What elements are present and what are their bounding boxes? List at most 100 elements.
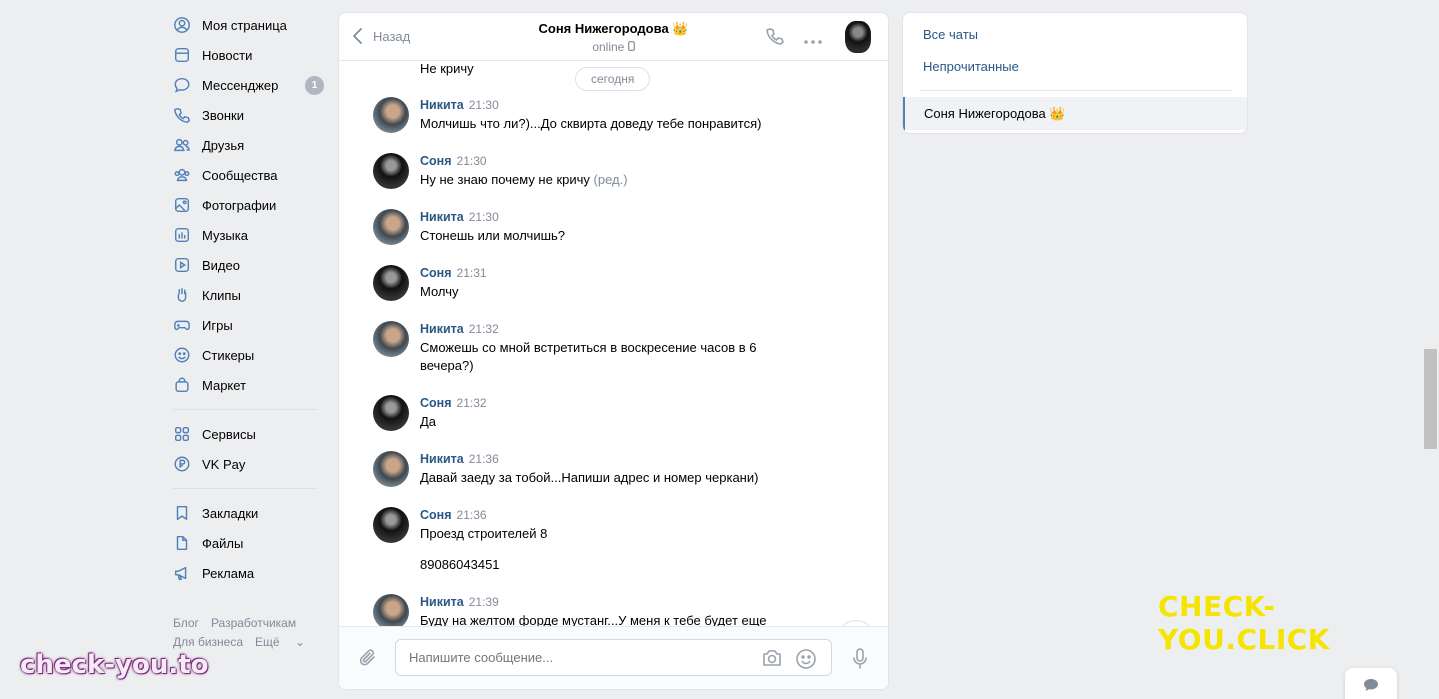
nav-item-music[interactable]: Музыка: [172, 220, 324, 250]
nav-item-video[interactable]: Видео: [172, 250, 324, 280]
avatar[interactable]: [373, 507, 409, 543]
message-body: Ну не знаю почему не кричу (ред.): [420, 171, 790, 189]
nav-label: Моя страница: [202, 17, 287, 33]
footer-link-more[interactable]: Ещё ⌄: [255, 635, 317, 649]
nav-label: Фотографии: [202, 197, 277, 213]
message-text: Молчу: [420, 284, 459, 299]
unread-badge: 1: [305, 75, 324, 95]
nav-item-market[interactable]: Маркет: [172, 370, 324, 400]
nav-item-bookmarks[interactable]: Закладки: [172, 498, 324, 528]
nav-item-stickers[interactable]: Стикеры: [172, 340, 324, 370]
message-time[interactable]: 21:36: [457, 508, 487, 522]
message-header: Никита 21:30: [420, 209, 499, 224]
nav-item-calls[interactable]: Звонки: [172, 100, 324, 130]
avatar[interactable]: [373, 321, 409, 357]
watermark: check-you.to: [20, 650, 209, 680]
more-icon[interactable]: [803, 33, 823, 48]
nav-label: Закладки: [202, 505, 259, 521]
all-chats-link[interactable]: Все чаты: [923, 27, 978, 42]
message-author[interactable]: Никита: [420, 98, 464, 112]
avatar[interactable]: [373, 153, 409, 189]
message-text: Проезд строителей 8: [420, 526, 548, 541]
avatar[interactable]: [373, 97, 409, 133]
call-icon[interactable]: [765, 26, 785, 49]
message-text: Стонешь или молчишь?: [420, 228, 566, 243]
message-author[interactable]: Соня: [420, 508, 452, 522]
peer-avatar[interactable]: [845, 21, 871, 53]
files-icon: [172, 533, 192, 553]
nav-label: Файлы: [202, 535, 244, 551]
message-time[interactable]: 21:31: [457, 266, 487, 280]
avatar[interactable]: [373, 265, 409, 301]
nav-label: Сообщества: [202, 167, 278, 183]
nav-item-ads[interactable]: Реклама: [172, 558, 324, 588]
footer-link-developers[interactable]: Разработчикам: [211, 616, 296, 630]
message-body: Да: [420, 413, 790, 431]
message-author[interactable]: Никита: [420, 210, 464, 224]
nav-label: Звонки: [202, 107, 244, 123]
unread-chats-link[interactable]: Непрочитанные: [923, 59, 1019, 74]
nav-label: Музыка: [202, 227, 248, 243]
message-author[interactable]: Соня: [420, 266, 452, 280]
clips-icon: [172, 285, 192, 305]
nav-label: Клипы: [202, 287, 241, 303]
message-text: Да: [420, 414, 437, 429]
message-time[interactable]: 21:32: [469, 322, 499, 336]
nav-item-news[interactable]: Новости: [172, 40, 324, 70]
user-circle-icon: [172, 15, 192, 35]
avatar[interactable]: [373, 395, 409, 431]
message-author[interactable]: Никита: [420, 322, 464, 336]
nav-item-files[interactable]: Файлы: [172, 528, 324, 558]
video-icon: [172, 255, 192, 275]
message-history[interactable]: Не кричу сегодня Никита 21:30 Молчишь что…: [339, 62, 888, 628]
message-text: Молчишь что ли?)...До сквирта доведу теб…: [420, 116, 762, 131]
message-header: Соня 21:32: [420, 395, 487, 410]
message-time[interactable]: 21:30: [469, 98, 499, 112]
active-chat-label: Соня Нижегородова 👑: [924, 106, 1066, 121]
message-author[interactable]: Никита: [420, 595, 464, 609]
camera-icon[interactable]: [761, 648, 783, 671]
attach-icon[interactable]: [357, 647, 379, 672]
message-time[interactable]: 21:32: [457, 396, 487, 410]
nav-item-clips[interactable]: Клипы: [172, 280, 324, 310]
message-text: Ну не знаю почему не кричу: [420, 172, 590, 187]
message-author[interactable]: Соня: [420, 154, 452, 168]
footer-link-blog[interactable]: Блог: [173, 616, 199, 630]
microphone-icon[interactable]: [851, 647, 869, 674]
nav-label: Видео: [202, 257, 240, 273]
nav-item-messenger[interactable]: Мессенджер 1: [172, 70, 324, 100]
message-time[interactable]: 21:36: [469, 452, 499, 466]
nav-item-services[interactable]: Сервисы: [172, 419, 324, 449]
nav-item-photos[interactable]: Фотографии: [172, 190, 324, 220]
emoji-icon[interactable]: [795, 648, 817, 673]
mobile-icon: [627, 40, 635, 54]
nav-label: Маркет: [202, 377, 247, 393]
message-header: Соня 21:30: [420, 153, 487, 168]
message-body: Сможешь со мной встретиться в воскресени…: [420, 339, 775, 375]
active-chat-item[interactable]: Соня Нижегородова 👑: [903, 97, 1247, 130]
message-author[interactable]: Никита: [420, 452, 464, 466]
message-time[interactable]: 21:30: [469, 210, 499, 224]
nav-item-games[interactable]: Игры: [172, 310, 324, 340]
music-icon: [172, 225, 192, 245]
message-header: Соня 21:31: [420, 265, 487, 280]
message-time[interactable]: 21:39: [469, 595, 499, 609]
nav-item-vkpay[interactable]: VK Pay: [172, 449, 324, 479]
message-time[interactable]: 21:30: [457, 154, 487, 168]
divider: [919, 90, 1233, 91]
footer-link-business[interactable]: Для бизнеса: [173, 635, 243, 649]
nav-item-friends[interactable]: Друзья: [172, 130, 324, 160]
left-nav: Моя страница Новости Мессенджер 1 Звонки…: [172, 10, 324, 588]
nav-item-communities[interactable]: Сообщества: [172, 160, 324, 190]
nav-item-my-page[interactable]: Моя страница: [172, 10, 324, 40]
open-chats-button[interactable]: [1345, 668, 1397, 699]
page-scrollbar[interactable]: [1424, 349, 1437, 449]
vkpay-icon: [172, 454, 192, 474]
avatar[interactable]: [373, 594, 409, 628]
message-text: Сможешь со мной встретиться в воскресени…: [420, 340, 757, 373]
avatar[interactable]: [373, 209, 409, 245]
message-author[interactable]: Соня: [420, 396, 452, 410]
nav-divider: [172, 488, 318, 489]
avatar[interactable]: [373, 451, 409, 487]
nav-label: Сервисы: [202, 426, 256, 442]
